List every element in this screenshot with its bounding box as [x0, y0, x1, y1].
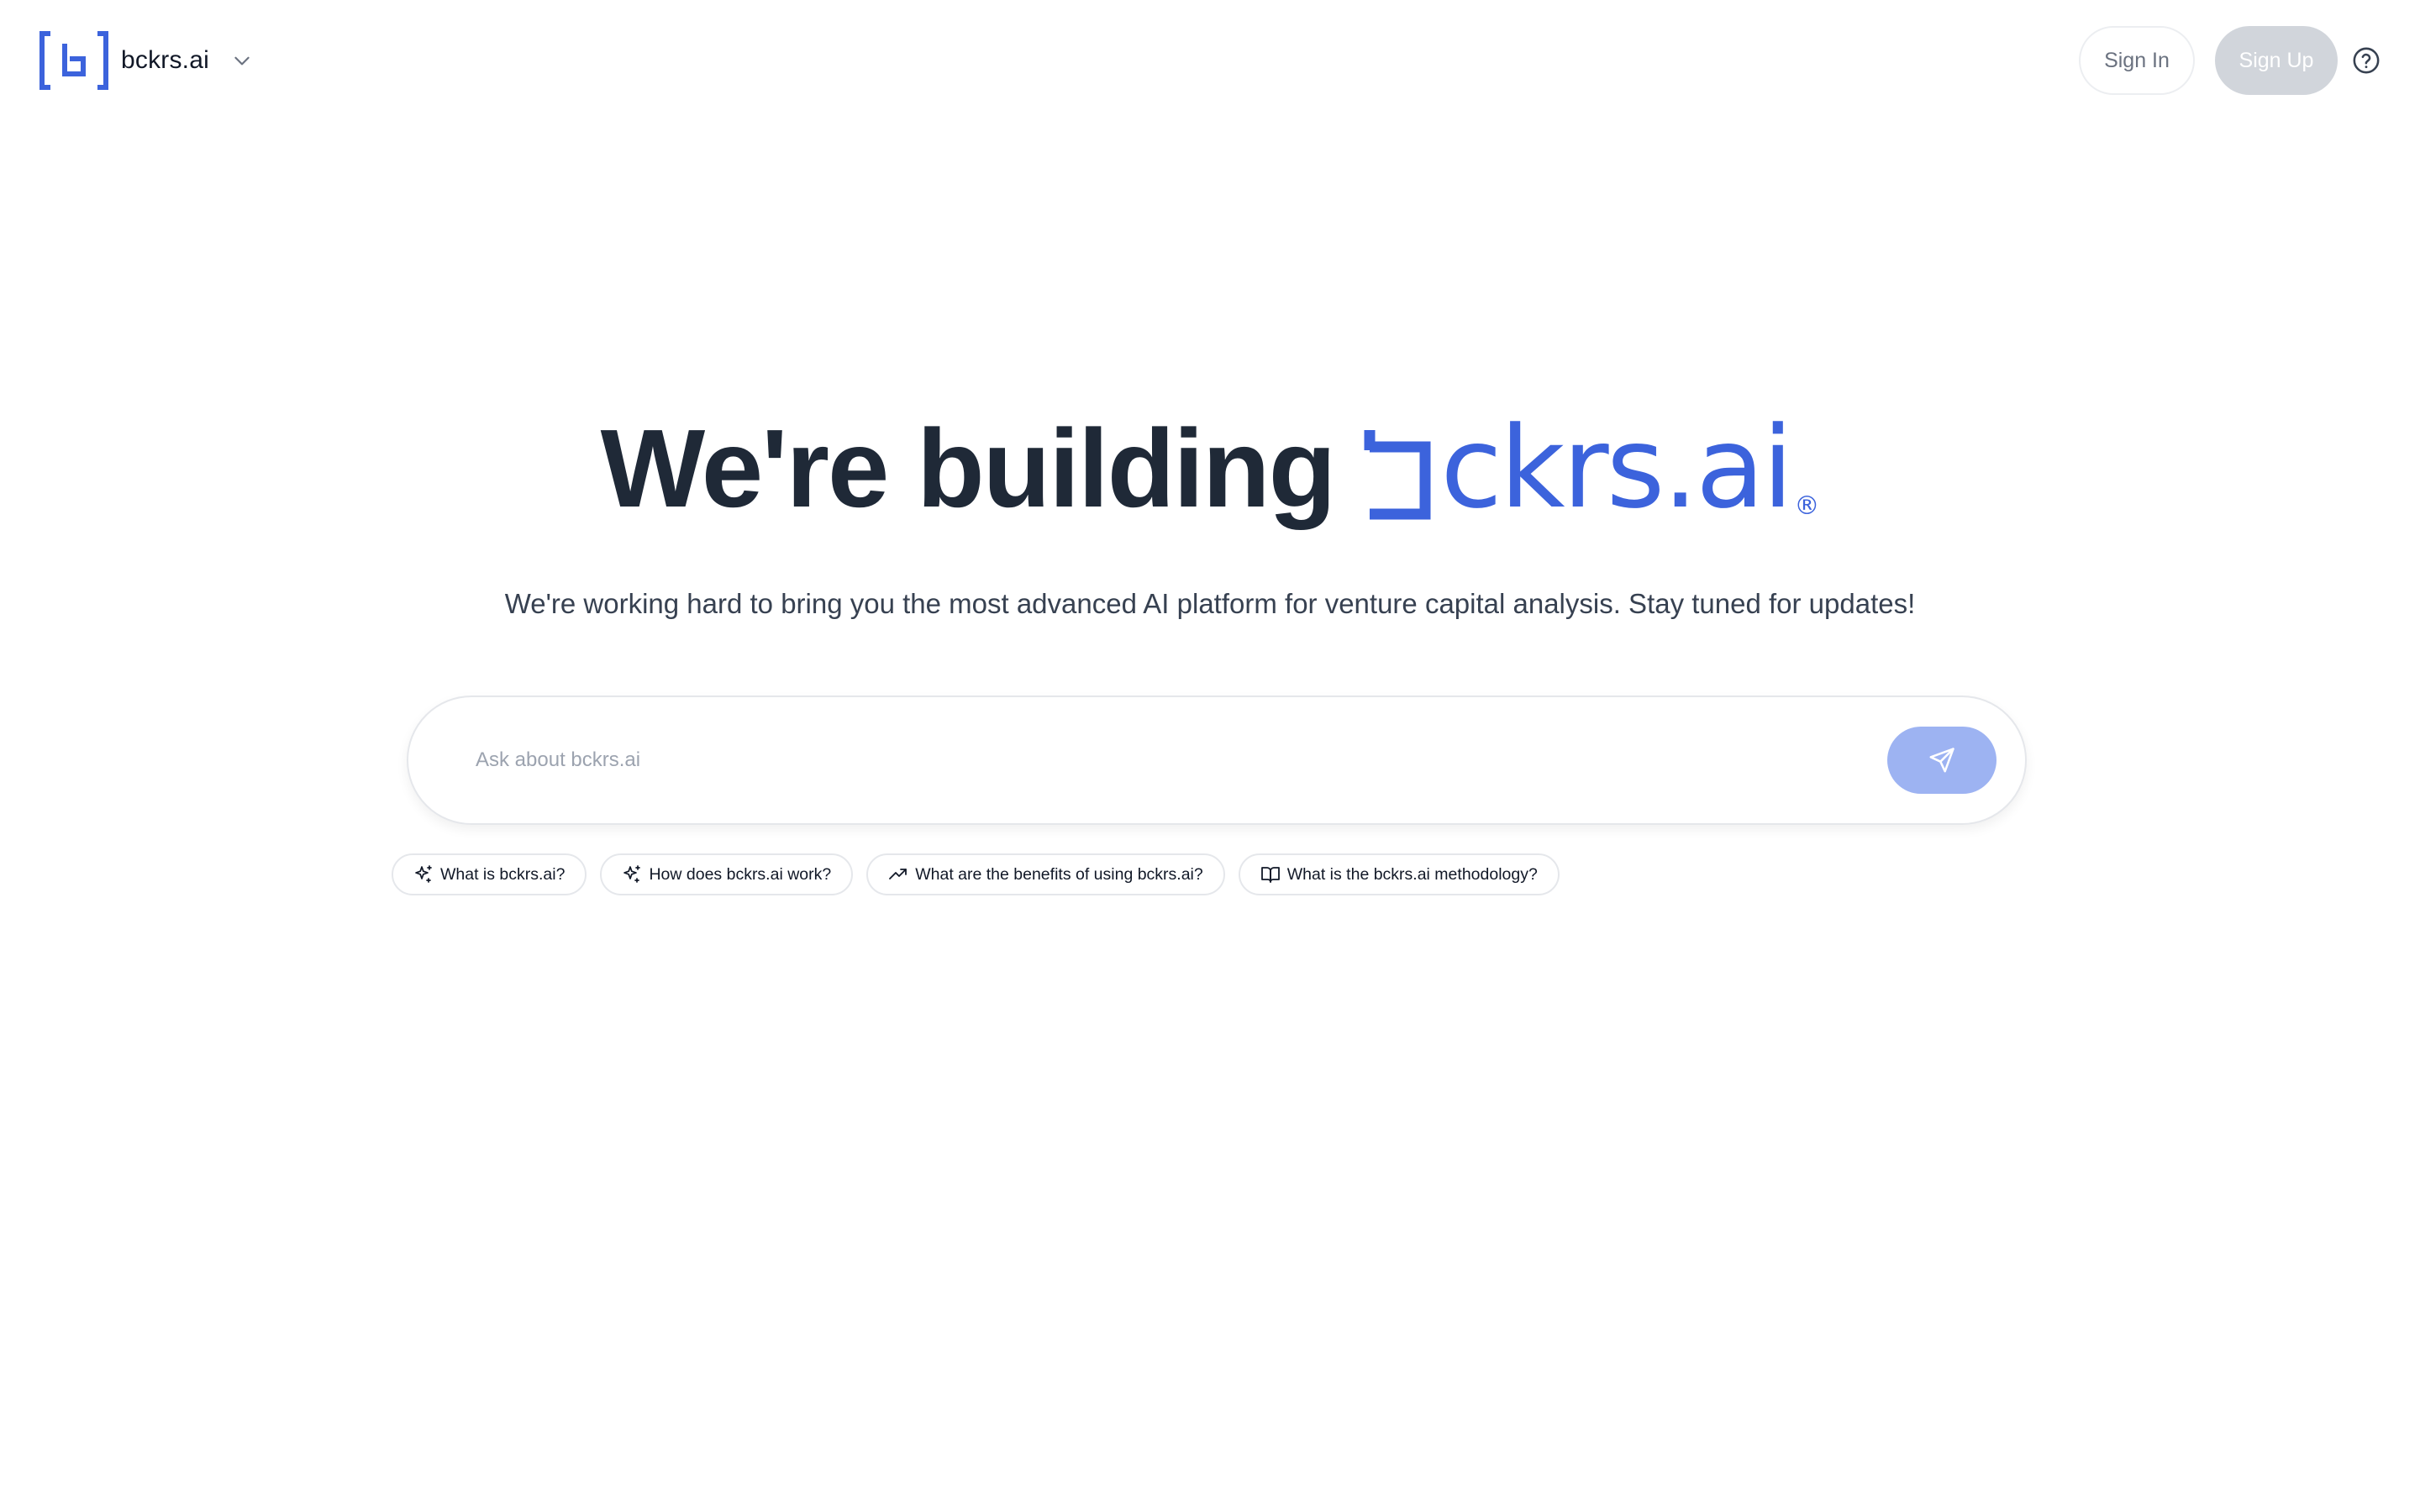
brand-name: bckrs.ai [121, 46, 209, 74]
trending-up-icon [889, 869, 908, 879]
hero-brand-wordmark: ckrs.ai ® [1363, 412, 1819, 524]
hero-title: We're building [600, 407, 1337, 530]
bckrs-b-glyph-icon [1364, 430, 1431, 520]
suggestion-chip-benefits[interactable]: What are the benefits of using bckrs.ai? [866, 853, 1225, 895]
suggestion-label: What are the benefits of using bckrs.ai? [915, 864, 1203, 884]
chevron-down-icon [234, 56, 250, 66]
suggestion-label: What is bckrs.ai? [440, 864, 566, 884]
help-button[interactable] [2351, 45, 2381, 76]
hero-brand-text: ckrs.ai [1440, 402, 1793, 533]
page: bckrs.ai Sign In Sign Up We're building [0, 0, 2420, 1512]
sparkles-icon [623, 865, 641, 883]
registered-mark: ® [1794, 491, 1820, 521]
book-open-icon [1260, 867, 1280, 883]
send-icon [1929, 748, 1954, 773]
sparkles-icon [415, 865, 432, 883]
help-circle-icon [2353, 47, 2380, 74]
sign-in-button[interactable]: Sign In [2079, 26, 2195, 95]
hero-subtitle: We're working hard to bring you the most… [504, 588, 1916, 619]
suggestion-label: What is the bckrs.ai methodology? [1286, 864, 1538, 884]
suggestion-chips: What is bckrs.ai? How does bckrs.ai work… [392, 853, 1560, 895]
auth-actions: Sign In Sign Up [2079, 26, 2381, 95]
sign-up-button[interactable]: Sign Up [2215, 26, 2338, 95]
suggestion-chip-what-is[interactable]: What is bckrs.ai? [392, 853, 587, 895]
send-button[interactable] [1887, 727, 1996, 794]
suggestion-chip-how-it-works[interactable]: How does bckrs.ai work? [600, 853, 854, 895]
ask-search-box [407, 696, 2027, 825]
top-header: bckrs.ai Sign In Sign Up [0, 0, 2420, 121]
bckrs-logo-icon [39, 31, 108, 90]
suggestion-chip-methodology[interactable]: What is the bckrs.ai methodology? [1238, 853, 1560, 895]
hero-heading: We're building ckrs.ai ® [0, 412, 2420, 524]
ask-input[interactable] [476, 748, 1887, 772]
suggestion-label: How does bckrs.ai work? [649, 864, 832, 884]
workspace-switcher[interactable]: bckrs.ai [39, 30, 253, 91]
